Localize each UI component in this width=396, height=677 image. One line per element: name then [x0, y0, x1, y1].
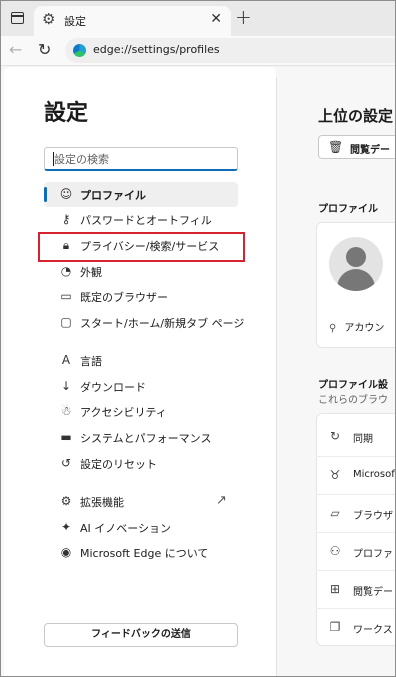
sidebar-item-passwords[interactable]: ⚷ パスワードとオートフィル: [44, 207, 238, 232]
download-icon: ↓: [60, 379, 72, 393]
extensions-icon: ⚙: [60, 494, 72, 508]
address-bar[interactable]: edge://settings/profiles: [65, 38, 395, 63]
row-label: ブラウザ: [353, 511, 393, 522]
browsing-data-label: 閲覧デー: [350, 145, 390, 156]
address-url[interactable]: edge://settings/profiles: [93, 43, 220, 56]
sidebar-title: 設定: [44, 101, 89, 126]
sidebar-item-start-home[interactable]: ▢ スタート/ホーム/新規タブ ページ: [44, 310, 244, 335]
key-icon: ⚷: [61, 212, 71, 226]
profile-icon: ☺: [59, 187, 73, 201]
browsing-data-button[interactable]: 🗑︎ 閲覧デー: [318, 135, 395, 159]
profile-section-title: プロファイル: [318, 204, 378, 215]
sidebar-item-label: 拡張機能: [80, 496, 124, 509]
new-tab-button[interactable]: +: [235, 7, 252, 27]
sidebar-item-label: Microsoft Edge について: [80, 547, 209, 560]
toolbar: ← ↻ edge://settings/profiles: [1, 36, 395, 66]
sidebar-item-extensions[interactable]: ⚙ 拡張機能 ↗: [44, 489, 238, 514]
row-label: 同期: [353, 434, 373, 445]
settings-sidebar: 設定 ☺ プロファイル ⚷ パスワードとオートフィル 🔒︎ プライバシー/検索/…: [4, 67, 276, 676]
account-label: アカウン: [344, 323, 385, 334]
sidebar-item-label: パスワードとオートフィル: [80, 214, 212, 227]
rewards-icon: ♉: [329, 468, 341, 482]
sidebar-item-system[interactable]: ▬ システムとパフォーマンス: [44, 425, 238, 450]
back-icon[interactable]: ←: [9, 40, 22, 59]
folder-icon: ▱: [330, 506, 340, 520]
row-sync[interactable]: ↻ 同期: [316, 418, 395, 456]
tab-actions-icon[interactable]: [11, 12, 24, 24]
search-input[interactable]: [54, 150, 234, 168]
row-label: ワークス: [353, 625, 393, 636]
appearance-icon: ◔: [60, 264, 72, 278]
search-box[interactable]: [44, 147, 238, 171]
highlight-box: [38, 232, 245, 262]
windows-icon: ⊞: [329, 582, 341, 596]
sidebar-item-label: AI イノベーション: [80, 522, 172, 535]
accessibility-icon: ☃: [60, 404, 72, 418]
external-link-icon: ↗: [216, 493, 227, 508]
profile-settings-subtitle: これらのブラウ: [318, 395, 388, 406]
sidebar-item-about[interactable]: ◉ Microsoft Edge について: [44, 540, 238, 565]
row-workspaces[interactable]: ❐ ワークス: [316, 608, 395, 646]
browser-icon: ▭: [60, 289, 72, 303]
row-browsing-data-import[interactable]: ⊞ 閲覧デー: [316, 570, 395, 608]
row-profile-preferences[interactable]: ⚇ プロファ: [316, 532, 395, 570]
sidebar-item-label: スタート/ホーム/新規タブ ページ: [80, 317, 245, 330]
trash-icon: 🗑︎: [328, 140, 344, 154]
workspaces-icon: ❐: [329, 620, 341, 634]
profile-settings-title: プロファイル設: [318, 380, 388, 391]
tab-title: 設定: [64, 15, 86, 28]
reload-icon[interactable]: ↻: [38, 40, 51, 59]
edge-icon: ◉: [60, 545, 72, 559]
row-browser-data[interactable]: ▱ ブラウザ: [316, 494, 395, 532]
sidebar-item-accessibility[interactable]: ☃ アクセシビリティ: [44, 399, 238, 424]
edge-icon: [73, 44, 86, 57]
sidebar-item-label: 外観: [80, 266, 102, 279]
row-label: 閲覧デー: [353, 587, 393, 598]
row-label: プロファ: [353, 549, 393, 560]
laptop-icon: ▬: [60, 430, 72, 444]
sidebar-item-label: システムとパフォーマンス: [80, 432, 212, 445]
page-title: 上位の設定: [318, 107, 394, 125]
sidebar-item-languages[interactable]: A 言語: [44, 348, 238, 373]
profile-card: ⚲ アカウン: [316, 222, 395, 348]
sidebar-item-label: 既定のブラウザー: [80, 291, 168, 304]
row-microsoft-rewards[interactable]: ♉ Microsof: [316, 456, 395, 494]
avatar[interactable]: [329, 237, 383, 291]
sidebar-item-profiles[interactable]: ☺ プロファイル: [44, 182, 238, 207]
close-icon[interactable]: ✕: [210, 11, 222, 27]
profile-prefs-icon: ⚇: [329, 544, 341, 558]
sync-icon: ↻: [329, 429, 341, 443]
panel-divider: [276, 77, 277, 676]
home-icon: ▢: [60, 315, 72, 329]
sidebar-item-appearance[interactable]: ◔ 外観: [44, 259, 238, 284]
feedback-button[interactable]: フィードバックの送信: [44, 623, 238, 647]
person-icon: ⚲: [329, 323, 337, 334]
sidebar-item-label: ダウンロード: [80, 381, 146, 394]
browser-window: ⚙ 設定 ✕ + ← ↻ edge://settings/profiles 設定…: [0, 0, 396, 677]
reset-icon: ↺: [60, 456, 72, 470]
gear-icon: ⚙: [42, 10, 56, 28]
sidebar-item-default-browser[interactable]: ▭ 既定のブラウザー: [44, 284, 238, 309]
sidebar-item-label: 設定のリセット: [80, 458, 157, 471]
sidebar-item-label: 言語: [80, 355, 102, 368]
tab-strip: ⚙ 設定 ✕ +: [1, 1, 395, 36]
sidebar-item-reset[interactable]: ↺ 設定のリセット: [44, 451, 238, 476]
account-row[interactable]: ⚲ アカウン: [329, 319, 384, 334]
language-icon: A: [61, 353, 71, 367]
row-label: Microsof: [353, 469, 395, 480]
sidebar-item-ai[interactable]: ✦ AI イノベーション: [44, 515, 238, 540]
sidebar-item-label: アクセシビリティ: [80, 406, 167, 419]
sidebar-item-downloads[interactable]: ↓ ダウンロード: [44, 374, 238, 399]
sidebar-item-label: プロファイル: [80, 189, 146, 202]
tab-settings[interactable]: ⚙ 設定 ✕: [34, 6, 231, 36]
settings-content: 設定 ☺ プロファイル ⚷ パスワードとオートフィル 🔒︎ プライバシー/検索/…: [1, 67, 395, 676]
ai-icon: ✦: [60, 520, 72, 534]
